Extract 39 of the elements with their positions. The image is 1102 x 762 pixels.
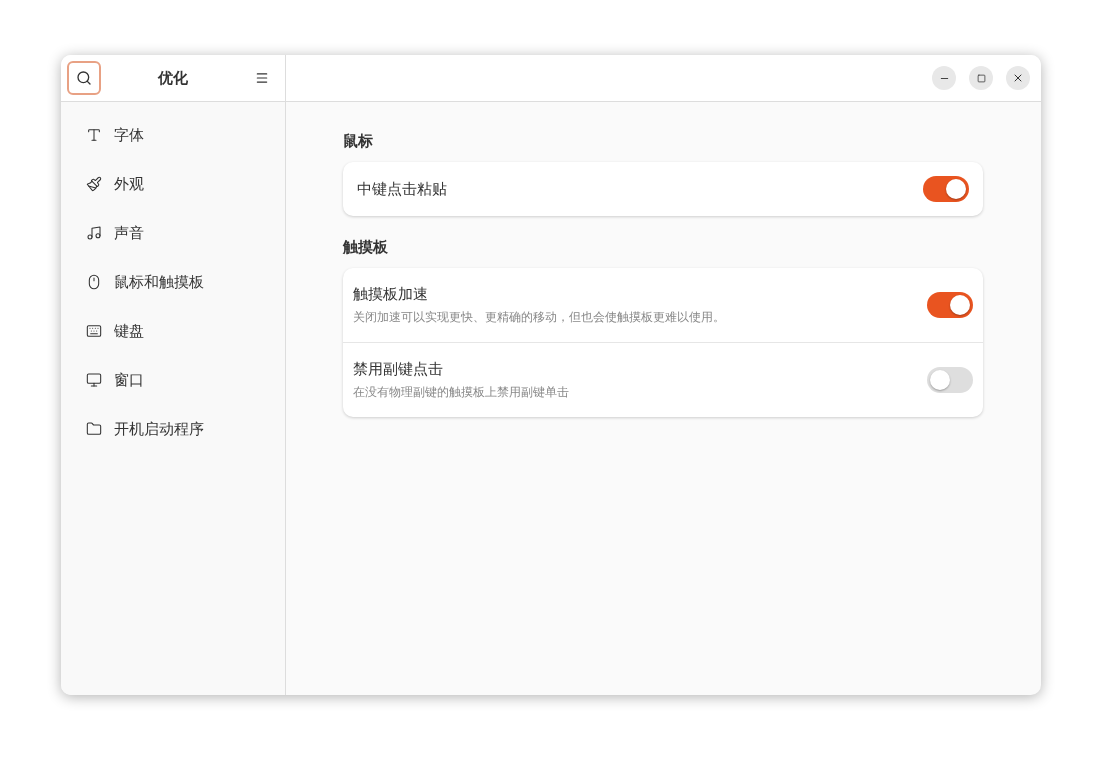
toggle-switch[interactable] [927,367,973,393]
setting-label: 禁用副键点击 [353,359,444,379]
toggle-switch[interactable] [927,292,973,318]
brush-icon [86,176,102,192]
sidebar-item-label: 键盘 [114,321,144,341]
keyboard-icon [86,323,102,339]
search-button[interactable] [67,61,101,95]
sidebar-item-label: 窗口 [114,370,144,390]
search-icon [76,70,92,86]
section-title: 触摸板 [343,236,389,258]
sidebar-item[interactable]: 开机启动程序 [67,406,279,452]
maximize-button[interactable] [969,66,993,90]
sidebar-item-label: 声音 [114,223,144,243]
monitor-icon [86,372,102,388]
sidebar-item[interactable]: 外观 [67,161,279,207]
sidebar-item[interactable]: 字体 [67,112,279,158]
folder-icon [86,421,102,437]
sidebar-item[interactable]: 窗口 [67,357,279,403]
setting-label: 触摸板加速 [353,284,429,304]
sidebar-item-label: 开机启动程序 [114,419,204,439]
sidebar-item[interactable]: 声音 [67,210,279,256]
window-title: 优化 [158,68,188,88]
maximize-icon [976,73,986,83]
close-button[interactable] [1006,66,1030,90]
sidebar-item[interactable]: 鼠标和触摸板 [67,259,279,305]
toggle-switch[interactable] [923,176,969,202]
music-note-icon [86,225,102,241]
menu-icon [255,71,269,85]
mouse-icon [86,274,102,290]
section-title: 鼠标 [343,130,374,152]
sidebar-item-label: 外观 [114,174,144,194]
sidebar-item-label: 字体 [114,125,144,145]
font-icon [86,127,102,143]
sidebar-item[interactable]: 键盘 [67,308,279,354]
close-icon [1012,72,1024,84]
setting-description: 在没有物理副键的触摸板上禁用副键单击 [353,383,569,401]
setting-label: 中键点击粘贴 [357,179,447,199]
setting-description: 关闭加速可以实现更快、更精确的移动，但也会使触摸板更难以使用。 [353,308,725,326]
sidebar-item-label: 鼠标和触摸板 [114,272,204,292]
